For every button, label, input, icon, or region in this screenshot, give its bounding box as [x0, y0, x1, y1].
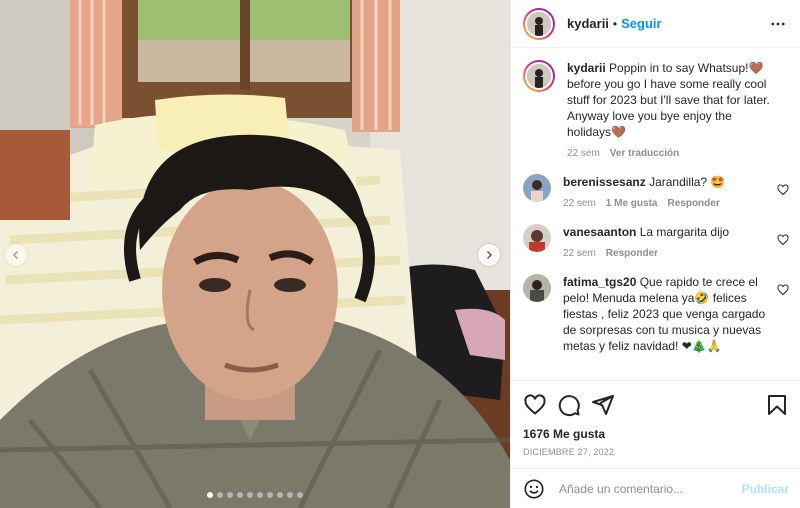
- comment-text: Jarandilla? 🤩: [649, 175, 726, 189]
- commenter-avatar[interactable]: [523, 174, 551, 202]
- like-heart-icon[interactable]: [523, 393, 547, 417]
- follow-button[interactable]: Seguir: [621, 16, 661, 31]
- save-bookmark-icon[interactable]: [765, 393, 789, 417]
- like-comment-heart-icon[interactable]: [777, 284, 789, 296]
- carousel-dot: [297, 492, 303, 498]
- comment-time[interactable]: 22 sem: [563, 196, 596, 212]
- comment-item: fatima_tgs20 Que rapido te crece el pelo…: [511, 262, 800, 354]
- post-date[interactable]: DICIEMBRE 27, 2022: [523, 447, 789, 457]
- comment-text: La margarita dijo: [639, 225, 730, 239]
- carousel-next-button[interactable]: [478, 244, 500, 266]
- post-caption: kydarii Poppin in to say Whatsup!🤎 befor…: [511, 48, 800, 162]
- comment-username[interactable]: berenissesanz: [563, 175, 646, 189]
- likes-count[interactable]: 1676 Me gusta: [523, 427, 789, 441]
- chevron-right-icon: [487, 251, 492, 259]
- comment-bubble-icon[interactable]: [557, 393, 581, 417]
- post-photo[interactable]: [0, 0, 510, 508]
- more-horizontal-icon: [771, 22, 785, 25]
- carousel-dot: [277, 492, 283, 498]
- caption-username[interactable]: kydarii: [567, 61, 606, 75]
- share-send-icon[interactable]: [591, 393, 615, 417]
- comment-time[interactable]: 22 sem: [563, 246, 596, 262]
- comment-likes[interactable]: 1 Me gusta: [606, 196, 658, 212]
- comments-list[interactable]: kydarii Poppin in to say Whatsup!🤎 befor…: [511, 48, 800, 380]
- comment-item: berenissesanz Jarandilla? 🤩 22 sem 1 Me …: [511, 162, 800, 212]
- see-translation-button[interactable]: Ver traducción: [610, 146, 679, 162]
- carousel-dot: [227, 492, 233, 498]
- caption-avatar[interactable]: [523, 60, 555, 92]
- carousel-previous-button[interactable]: [5, 244, 27, 266]
- like-comment-heart-icon[interactable]: [777, 184, 789, 196]
- post-side-panel: kydarii • Seguir kydarii Poppin in to sa…: [510, 0, 800, 508]
- commenter-avatar[interactable]: [523, 224, 551, 252]
- chevron-left-icon: [13, 251, 18, 259]
- carousel-dot: [247, 492, 253, 498]
- comment-input[interactable]: [559, 481, 742, 496]
- post-header: kydarii • Seguir: [511, 0, 800, 48]
- caption-time[interactable]: 22 sem: [567, 146, 600, 162]
- commenter-avatar[interactable]: [523, 274, 551, 302]
- reply-button[interactable]: Responder: [667, 196, 719, 212]
- more-options-button[interactable]: [768, 14, 788, 34]
- like-comment-heart-icon[interactable]: [777, 234, 789, 246]
- carousel-dot: [287, 492, 293, 498]
- carousel-dot: [237, 492, 243, 498]
- comment-item: vanesaanton La margarita dijo 22 sem Res…: [511, 212, 800, 262]
- header-separator: •: [612, 16, 618, 31]
- carousel-dot: [267, 492, 273, 498]
- comment-username[interactable]: vanesaanton: [563, 225, 636, 239]
- comment-username[interactable]: fatima_tgs20: [563, 275, 636, 289]
- carousel-dot: [207, 492, 213, 498]
- author-username[interactable]: kydarii: [567, 16, 609, 31]
- post-actions: 1676 Me gusta DICIEMBRE 27, 2022: [511, 380, 800, 457]
- publish-button[interactable]: Publicar: [742, 482, 789, 496]
- reply-button[interactable]: Responder: [606, 246, 658, 262]
- carousel-dot: [257, 492, 263, 498]
- carousel-dot: [217, 492, 223, 498]
- emoji-icon[interactable]: [523, 478, 545, 500]
- carousel-indicator: [0, 492, 510, 498]
- add-comment-bar: Publicar: [511, 468, 800, 508]
- author-avatar[interactable]: [523, 7, 555, 40]
- selfie-image: [0, 0, 510, 508]
